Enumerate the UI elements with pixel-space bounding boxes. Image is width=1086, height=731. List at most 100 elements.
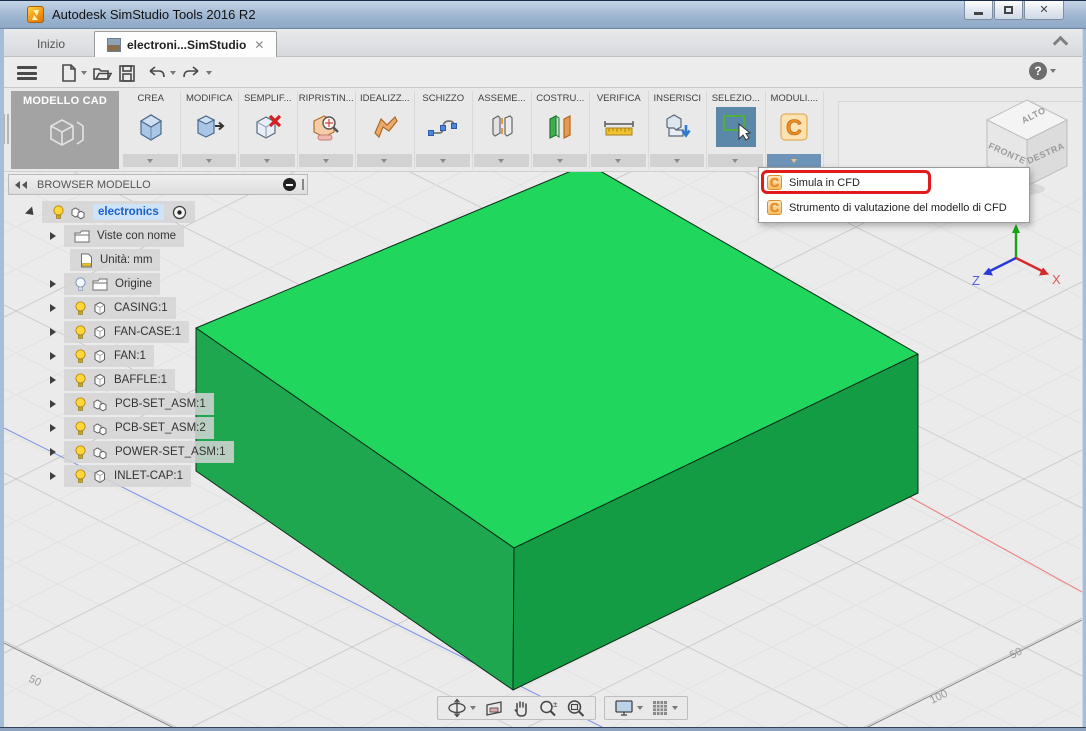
group-dropdown-strip[interactable] <box>123 154 178 167</box>
group-dropdown-strip[interactable] <box>591 154 646 167</box>
visibility-bulb-icon[interactable] <box>74 421 87 436</box>
tree-item-label[interactable]: FAN:1 <box>114 350 146 362</box>
ribbon-group-semplifica[interactable]: SEMPLIF... <box>239 91 298 169</box>
collapsed-arrow-icon[interactable] <box>50 400 56 408</box>
group-dropdown-strip[interactable] <box>357 154 412 167</box>
ribbon-group-costruzione[interactable]: COSTRU... <box>532 91 590 169</box>
visibility-bulb-icon[interactable] <box>52 205 65 220</box>
visibility-bulb-icon[interactable] <box>74 301 87 316</box>
collapsed-arrow-icon[interactable] <box>50 448 56 456</box>
tree-row-origine[interactable]: Origine <box>50 273 161 295</box>
tree-row-unita[interactable]: Unità: mm <box>70 249 161 271</box>
tree-item-label[interactable]: FAN-CASE:1 <box>114 326 181 338</box>
zoom-button[interactable]: ± <box>538 699 558 718</box>
ribbon-group-crea[interactable]: CREA <box>122 91 181 169</box>
display-style-button[interactable] <box>614 699 643 717</box>
visibility-bulb-icon[interactable] <box>74 325 87 340</box>
tree-row-fan[interactable]: FAN:1 <box>50 345 154 367</box>
ribbon-group-idealizza[interactable]: IDEALIZZ... <box>356 91 415 169</box>
visibility-bulb-icon[interactable] <box>74 349 87 364</box>
tree-row-inlet-cap[interactable]: INLET-CAP:1 <box>50 465 192 487</box>
tree-item-label[interactable]: POWER-SET_ASM:1 <box>115 446 226 458</box>
grid-settings-button[interactable] <box>651 699 678 717</box>
ribbon-group-seleziona[interactable]: SELEZIO... <box>707 91 766 169</box>
group-dropdown-strip[interactable] <box>181 154 236 167</box>
collapsed-arrow-icon[interactable] <box>50 376 56 384</box>
redo-button[interactable] <box>181 62 212 84</box>
tree-row-pcb-set-asm-2[interactable]: PCB-SET_ASM:2 <box>50 417 214 439</box>
zoom-window-button[interactable] <box>566 699 586 718</box>
ribbon-group-ripristina[interactable]: RIPRISTIN... <box>298 91 356 169</box>
main-menu-button[interactable] <box>17 62 37 84</box>
title-bar[interactable]: Autodesk SimStudio Tools 2016 R2 ✕ <box>0 1 1086 29</box>
group-dropdown-strip[interactable] <box>240 154 295 167</box>
ribbon-group-modifica[interactable]: MODIFICA <box>181 91 239 169</box>
ribbon-group-schizzo[interactable]: SCHIZZO <box>415 91 473 169</box>
visibility-bulb-icon[interactable] <box>74 373 87 388</box>
help-button[interactable]: ? <box>1029 62 1056 80</box>
group-dropdown-strip[interactable] <box>649 154 704 167</box>
hamburger-icon <box>17 66 37 80</box>
minimize-button[interactable] <box>964 1 993 20</box>
tree-row-viste-con-nome[interactable]: Viste con nome <box>50 225 185 247</box>
expanded-arrow-icon[interactable] <box>24 205 38 219</box>
origin-marker-icon[interactable] <box>172 205 187 220</box>
tab-document[interactable]: electroni...SimStudio ✕ <box>94 31 278 57</box>
maximize-button[interactable] <box>994 1 1023 20</box>
tree-item-label[interactable]: Unità: mm <box>100 254 152 266</box>
minimize-panel-icon[interactable] <box>283 178 296 191</box>
collapsed-arrow-icon[interactable] <box>50 280 56 288</box>
tree-row-power-set-asm[interactable]: POWER-SET_ASM:1 <box>50 441 234 463</box>
group-dropdown-strip[interactable] <box>708 154 763 167</box>
tree-item-label[interactable]: PCB-SET_ASM:2 <box>115 422 206 434</box>
look-at-button[interactable] <box>484 699 504 717</box>
undo-button[interactable] <box>145 62 176 84</box>
tree-item-label[interactable]: Viste con nome <box>97 230 176 242</box>
collapsed-arrow-icon[interactable] <box>50 232 56 240</box>
tab-home[interactable]: Inizio <box>14 31 88 57</box>
tree-item-label[interactable]: BAFFLE:1 <box>114 374 167 386</box>
pan-button[interactable] <box>512 699 530 718</box>
close-button[interactable]: ✕ <box>1024 1 1064 20</box>
collapsed-arrow-icon[interactable] <box>50 424 56 432</box>
ribbon-group-inserisci[interactable]: INSERISCI <box>649 91 707 169</box>
collapsed-arrow-icon[interactable] <box>50 472 56 480</box>
orbit-button[interactable] <box>447 698 476 718</box>
moduli-dropdown-strip[interactable] <box>766 154 821 167</box>
tree-item-label[interactable]: INLET-CAP:1 <box>114 470 183 482</box>
tree-row-casing[interactable]: CASING:1 <box>50 297 176 319</box>
open-button[interactable] <box>92 62 112 84</box>
group-dropdown-strip[interactable] <box>474 154 529 167</box>
tab-collapse-chevron-icon[interactable] <box>1054 37 1068 45</box>
tab-modello-cad[interactable]: MODELLO CAD <box>11 91 119 169</box>
group-dropdown-strip[interactable] <box>298 154 353 167</box>
browser-panel-header[interactable]: BROWSER MODELLO <box>8 174 308 195</box>
menu-item-strumento-valutazione[interactable]: C Strumento di valutazione del modello d… <box>759 195 1029 220</box>
tab-close-icon[interactable]: ✕ <box>254 38 264 52</box>
visibility-bulb-icon[interactable] <box>74 397 87 412</box>
collapse-panel-icon[interactable] <box>15 180 29 189</box>
tree-item-label[interactable]: Origine <box>115 278 152 290</box>
collapsed-arrow-icon[interactable] <box>50 304 56 312</box>
tree-row-baffle[interactable]: BAFFLE:1 <box>50 369 176 391</box>
ribbon-group-moduli[interactable]: MODULI.... C <box>766 91 824 169</box>
tree-row-fan-case[interactable]: FAN-CASE:1 <box>50 321 190 343</box>
menu-item-simula-in-cfd[interactable]: C Simula in CFD <box>759 170 1029 195</box>
tree-row-electronics[interactable]: electronics <box>24 201 195 223</box>
new-file-button[interactable] <box>60 62 87 84</box>
group-dropdown-strip[interactable] <box>532 154 587 167</box>
save-button[interactable] <box>118 62 136 84</box>
tree-row-pcb-set-asm-1[interactable]: PCB-SET_ASM:1 <box>50 393 214 415</box>
panel-resize-grip[interactable] <box>302 179 304 190</box>
group-dropdown-strip[interactable] <box>415 154 470 167</box>
ribbon-group-verifica[interactable]: VERIFICA <box>590 91 649 169</box>
tree-item-label[interactable]: electronics <box>93 204 164 220</box>
tree-item-label[interactable]: PCB-SET_ASM:1 <box>115 398 206 410</box>
visibility-bulb-off-icon[interactable] <box>74 277 87 292</box>
visibility-bulb-icon[interactable] <box>74 445 87 460</box>
collapsed-arrow-icon[interactable] <box>50 328 56 336</box>
visibility-bulb-icon[interactable] <box>74 469 87 484</box>
collapsed-arrow-icon[interactable] <box>50 352 56 360</box>
ribbon-group-assembla[interactable]: ASSEME... <box>473 91 532 169</box>
tree-item-label[interactable]: CASING:1 <box>114 302 168 314</box>
